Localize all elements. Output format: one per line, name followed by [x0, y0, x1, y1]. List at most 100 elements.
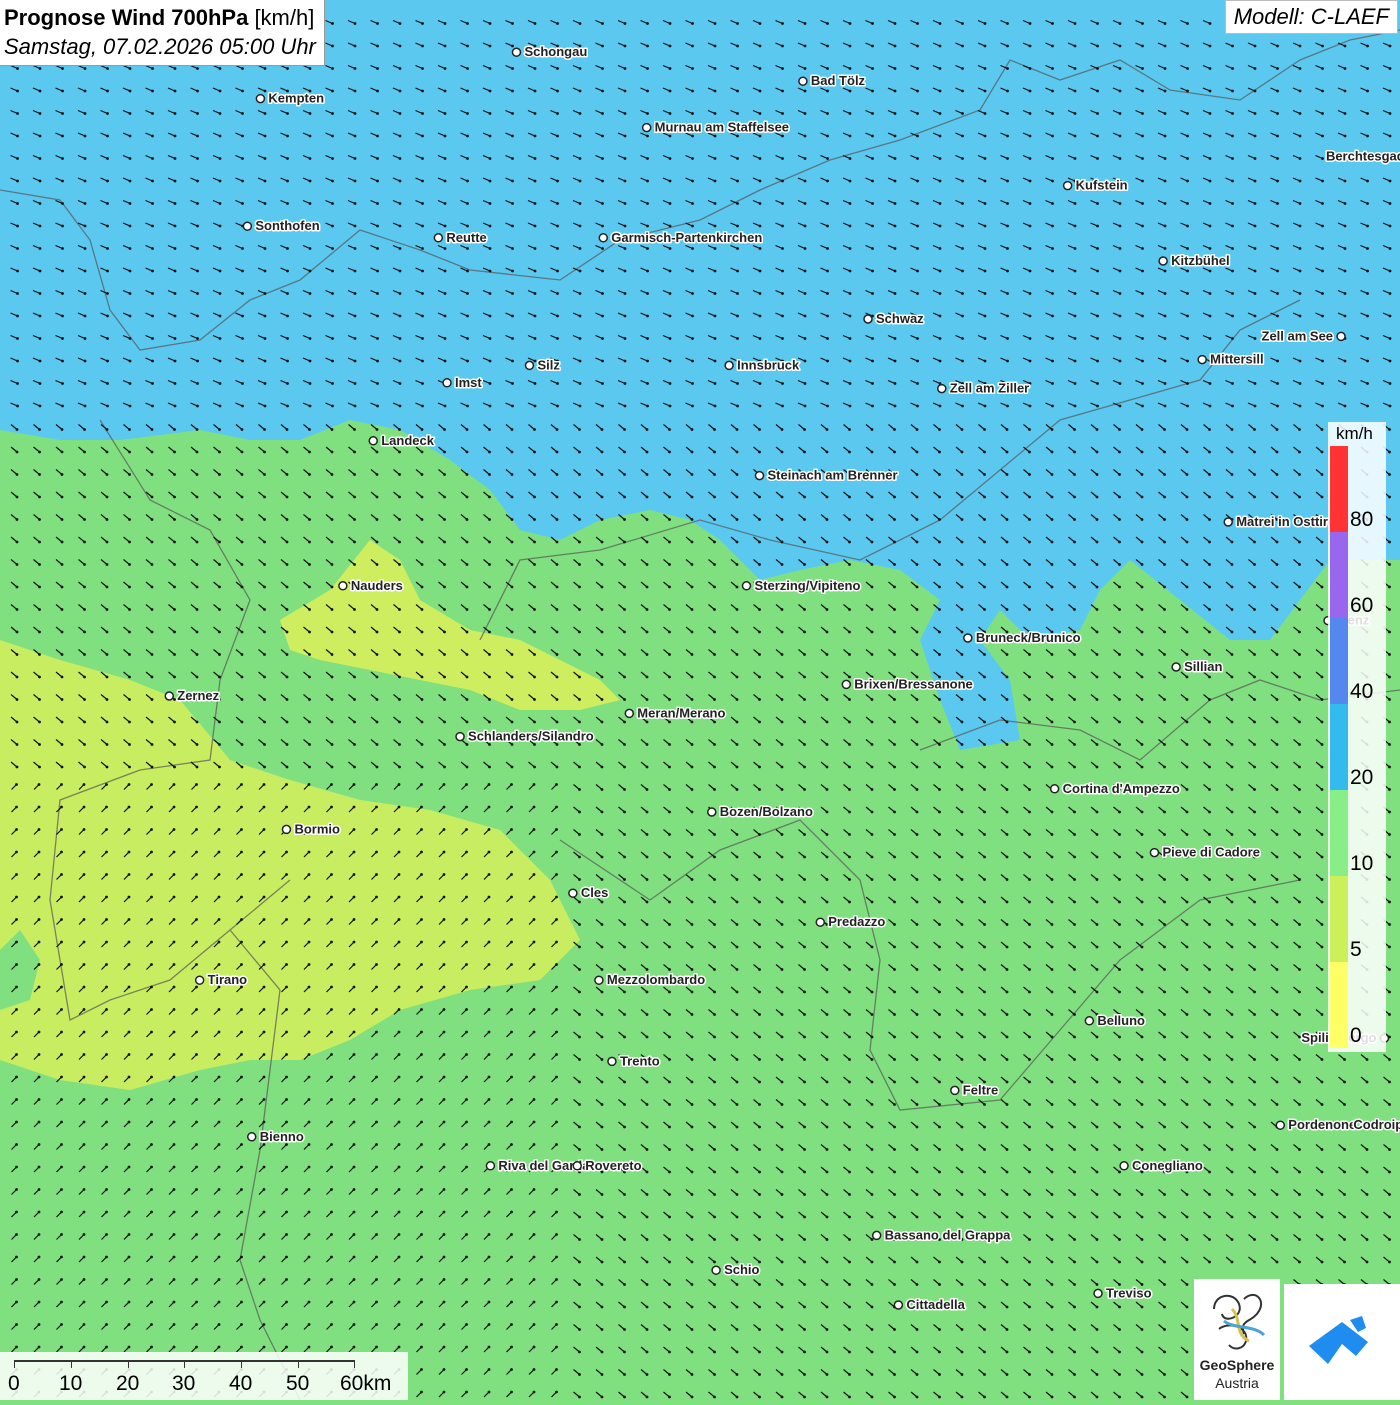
wind-arrow-head [1321, 157, 1324, 160]
wind-arrow-head [736, 134, 739, 138]
wind-arrow-head [736, 112, 739, 115]
wind-arrow-head [1298, 495, 1301, 499]
wind-arrow-head [578, 608, 581, 611]
wind-arrow-head [1276, 112, 1279, 115]
wind-arrow-head [218, 382, 222, 385]
wind-arrow-head [330, 895, 333, 899]
wind-arrow-head [1118, 540, 1121, 544]
wind-arrow-head [173, 157, 177, 160]
wind-arrow-head [916, 44, 919, 48]
wind-arrow-head [983, 247, 987, 250]
wind-arrow-head [285, 895, 288, 899]
wind-arrow-head [1275, 743, 1279, 746]
wind-arrow-head [1253, 833, 1256, 836]
wind-arrow-head [195, 743, 199, 746]
wind-arrow-head [735, 788, 739, 791]
wind-arrow-head [938, 495, 941, 499]
wind-arrow-head [555, 850, 558, 854]
wind-arrow-head [1163, 675, 1166, 679]
wind-arrow-head [105, 828, 108, 831]
wind-arrow-head [218, 157, 222, 160]
wind-arrow-head [916, 247, 919, 250]
wind-arrow-head [398, 630, 401, 634]
wind-arrow-head [1298, 224, 1302, 228]
wind-arrow-head [398, 269, 402, 273]
wind-arrow-head [150, 653, 154, 656]
wind-arrow-head [826, 67, 829, 70]
wind-arrow-head [16, 224, 19, 228]
wind-arrow-head [1118, 698, 1121, 701]
wind-arrow-head [1050, 428, 1054, 431]
wind-arrow-head [330, 918, 333, 921]
wind-arrow-head [1050, 833, 1054, 836]
wind-arrow-head [668, 653, 671, 656]
wind-arrow-head [668, 518, 671, 521]
wind-arrow-head [1028, 675, 1031, 679]
wind-arrow-head [331, 157, 334, 160]
wind-arrow-head [263, 314, 267, 318]
wind-arrow-head [173, 224, 177, 228]
wind-arrow-head [1118, 585, 1121, 589]
wind-arrow-head [263, 743, 266, 746]
wind-arrow-head [398, 563, 401, 566]
wind-arrow-head [308, 247, 312, 250]
wind-arrow-head [465, 850, 468, 854]
wind-arrow-head [915, 653, 919, 656]
wind-arrow-head [1073, 855, 1076, 859]
wind-arrow-head [623, 608, 626, 611]
wind-arrow-head [397, 828, 401, 831]
wind-arrow-head [736, 247, 739, 250]
wind-arrow-head [533, 269, 537, 273]
wind-arrow-head [240, 653, 244, 656]
wind-arrow-head [1163, 202, 1167, 205]
wind-arrow-head [623, 585, 626, 589]
wind-arrow-head [196, 382, 199, 385]
wind-arrow-head [82, 873, 86, 876]
wind-arrow-head [1186, 67, 1189, 70]
wind-arrow-head [263, 540, 266, 544]
wind-arrow-head [240, 918, 243, 921]
wind-arrow-head [848, 44, 852, 48]
wind-arrow-head [1185, 563, 1189, 566]
wind-arrow-head [1140, 878, 1144, 881]
wind-arrow-head [308, 473, 311, 476]
wind-arrow-head [1005, 450, 1009, 454]
wind-arrow-head [578, 247, 582, 250]
wind-arrow-head [646, 337, 649, 340]
wind-arrow-head [623, 833, 626, 836]
wind-arrow-head [15, 653, 19, 656]
wind-arrow-head [1343, 134, 1347, 138]
wind-arrow-head [1298, 855, 1301, 859]
wind-arrow-head [128, 292, 132, 295]
wind-arrow-head [1366, 314, 1369, 318]
wind-arrow-head [1028, 67, 1032, 70]
wind-arrow-head [105, 783, 108, 786]
wind-arrow-head [1388, 495, 1391, 499]
wind-arrow-head [60, 698, 64, 701]
wind-arrow-head [983, 518, 986, 521]
wind-arrow-head [443, 450, 446, 454]
wind-arrow-head [825, 563, 829, 566]
wind-arrow-head [1141, 112, 1144, 115]
wind-arrow-head [1366, 292, 1369, 295]
wind-arrow-head [398, 675, 401, 679]
wind-arrow-head [37, 918, 41, 921]
wind-arrow-head [781, 269, 784, 273]
wind-arrow-head [465, 540, 469, 544]
wind-arrow-head [960, 765, 964, 769]
wind-map[interactable]: SchongauBad TölzKemptenMurnau am Staffel… [0, 0, 1400, 1400]
wind-arrow-head [938, 743, 941, 746]
wind-arrow-head [983, 22, 987, 25]
wind-arrow-head [83, 630, 86, 634]
wind-arrow-head [960, 608, 964, 611]
wind-arrow-head [735, 585, 739, 589]
wind-arrow-head [803, 224, 807, 228]
wind-arrow-head [105, 720, 109, 724]
wind-arrow-head [1141, 179, 1144, 183]
wind-arrow-head [983, 698, 986, 701]
wind-arrow-head [83, 450, 86, 454]
wind-arrow-head [983, 134, 987, 138]
wind-arrow-head [1186, 382, 1189, 385]
wind-arrow-head [1140, 810, 1144, 814]
wind-arrow-head [105, 495, 109, 499]
